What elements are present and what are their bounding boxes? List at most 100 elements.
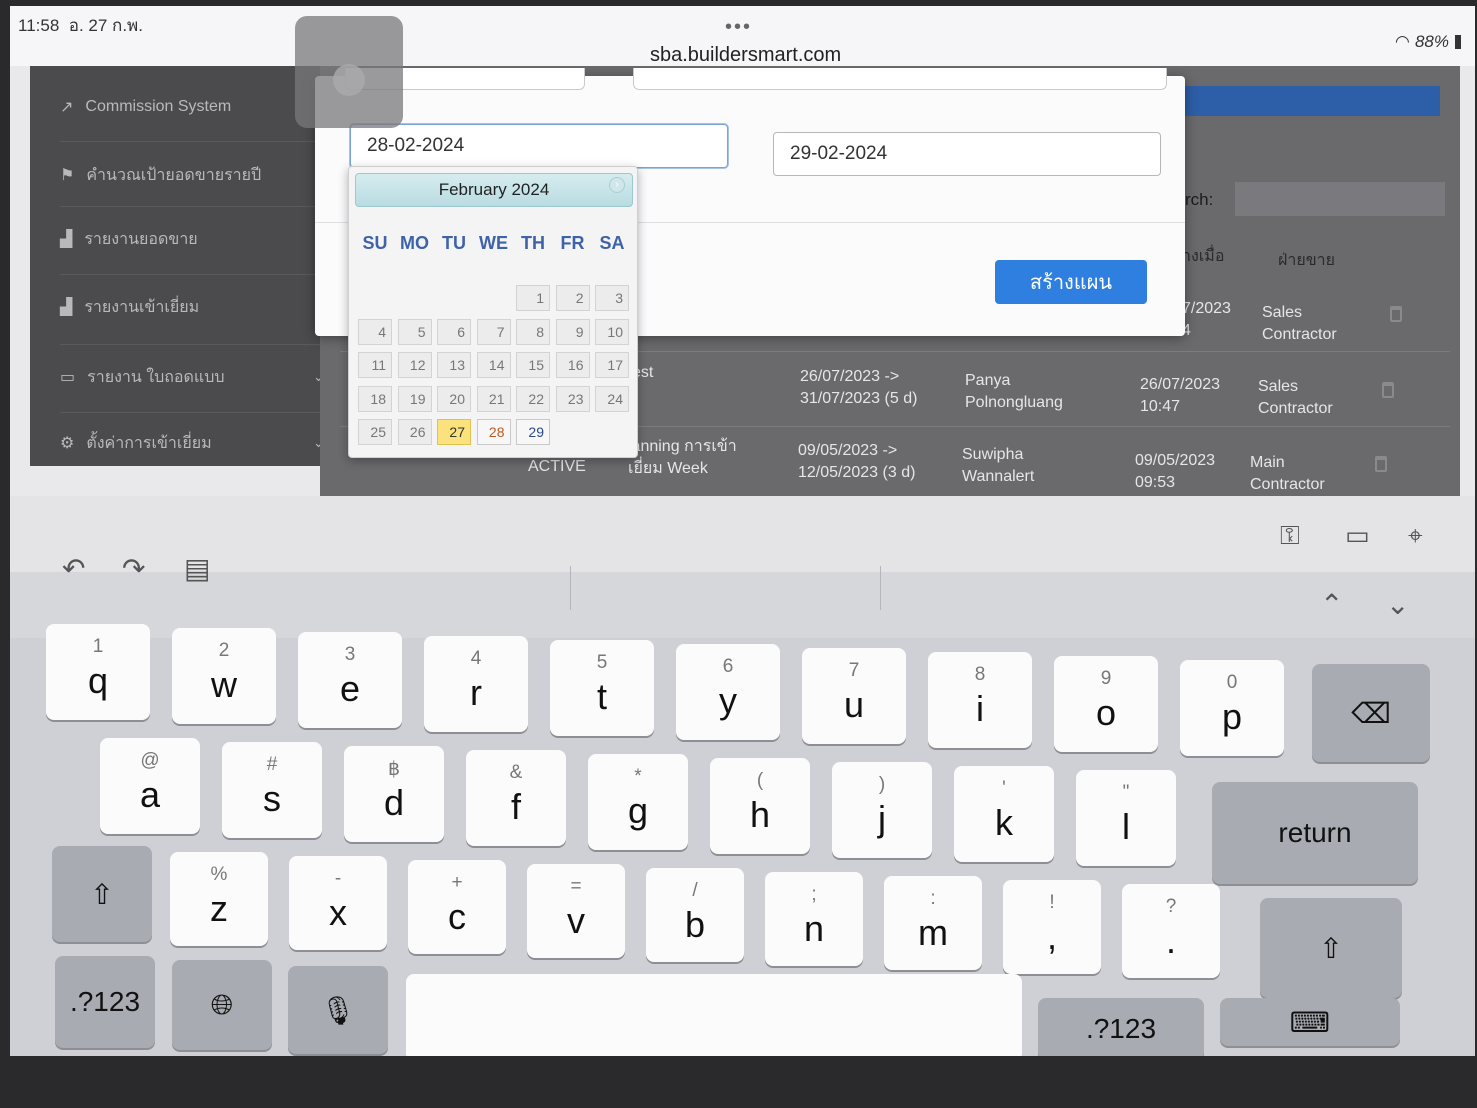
next-month-icon[interactable]: ›: [609, 177, 625, 193]
key-e[interactable]: 3e: [298, 632, 402, 728]
chevron-up-icon[interactable]: ⌃: [1320, 588, 1343, 621]
key-label: p: [1221, 696, 1243, 737]
key-q[interactable]: 1q: [46, 624, 150, 720]
address-bar-url[interactable]: sba.buildersmart.com: [650, 44, 841, 67]
key-y[interactable]: 6y: [676, 644, 780, 740]
key-icon[interactable]: ⚿: [1280, 520, 1300, 552]
key-label: a: [139, 774, 161, 815]
sidebar-item-takeoff-report[interactable]: ▭ รายงาน ใบถอดแบบ ⌄: [60, 362, 324, 392]
key-z[interactable]: % z: [170, 852, 268, 946]
globe-key[interactable]: 🌐︎: [172, 960, 272, 1050]
key-r[interactable]: 4r: [424, 636, 528, 732]
sidebar-item-visit-report[interactable]: ▟ รายงานเข้าเยี่ยม: [60, 292, 320, 322]
return-key[interactable]: return: [1212, 782, 1418, 884]
location-pin-icon[interactable]: ⌖: [1408, 520, 1423, 552]
weekday-label: SU: [362, 233, 388, 253]
end-date-input[interactable]: 29-02-2024: [773, 132, 1161, 176]
numbers-key-right[interactable]: .?123: [1038, 998, 1204, 1056]
search-label: rch:: [1185, 190, 1214, 209]
trash-icon[interactable]: [1382, 382, 1394, 398]
key-c[interactable]: + c: [408, 860, 506, 954]
search-input[interactable]: [1235, 182, 1445, 216]
calendar-day[interactable]: 28: [476, 419, 511, 445]
key-p[interactable]: 0p: [1180, 660, 1284, 756]
key-alt-label: 4: [470, 648, 482, 669]
shift-key-left[interactable]: ⇧: [52, 846, 152, 942]
shift-key-right[interactable]: ⇧: [1260, 898, 1402, 998]
trash-icon[interactable]: [1375, 456, 1387, 472]
key-o[interactable]: 9o: [1054, 656, 1158, 752]
key-n[interactable]: ; n: [765, 872, 863, 966]
column-header-created[interactable]: างเมื่อ: [1182, 244, 1224, 269]
key-b[interactable]: / b: [646, 868, 744, 962]
key-u[interactable]: 7u: [802, 648, 906, 744]
weekday-label: MO: [400, 233, 429, 253]
key-w[interactable]: 2w: [172, 628, 276, 724]
key-label: j: [878, 798, 886, 839]
redo-icon[interactable]: ↷: [122, 552, 145, 585]
key-h[interactable]: (h: [710, 758, 810, 854]
key-label: n: [803, 908, 825, 949]
backspace-icon: ⌫: [1351, 697, 1391, 729]
key-period[interactable]: ?.: [1122, 884, 1220, 978]
sidebar-item-commission[interactable]: ↗ Commission System: [60, 92, 320, 122]
key-l[interactable]: " l: [1076, 770, 1176, 866]
key-j[interactable]: ) j: [832, 762, 932, 858]
key-g[interactable]: * g: [588, 754, 688, 850]
start-date-input[interactable]: 28-02-2024: [350, 124, 728, 168]
table-cell-department: Main Contractor: [1250, 454, 1325, 493]
weekday-label: WE: [479, 233, 508, 253]
key-alt-label: !: [1049, 892, 1055, 913]
create-plan-button[interactable]: สร้างแผน: [995, 260, 1147, 304]
key-d[interactable]: ฿ d: [344, 746, 444, 842]
divider: [570, 566, 571, 610]
table-cell-name: lanning การเข้า เยี่ยม Week: [628, 438, 737, 477]
key-comma[interactable]: !,: [1003, 880, 1101, 974]
key-f[interactable]: & f: [466, 750, 566, 846]
dictation-key[interactable]: 🎙︎: [288, 966, 388, 1054]
space-key[interactable]: [406, 974, 1022, 1056]
calendar-day: 6: [437, 318, 471, 345]
key-label: b: [684, 904, 706, 945]
modal-top-field[interactable]: [633, 68, 1167, 90]
backspace-key[interactable]: ⌫: [1312, 664, 1430, 762]
undo-icon[interactable]: ↶: [62, 552, 85, 585]
key-x[interactable]: -x: [289, 856, 387, 950]
sidebar-item-label: Commission System: [85, 98, 232, 115]
numbers-key-left[interactable]: .?123: [55, 956, 155, 1048]
sidebar-item-visit-settings[interactable]: ⚙ ตั้งค่าการเข้าเยี่ยม ⌄: [60, 428, 324, 458]
key-m[interactable]: :m: [884, 876, 982, 970]
credit-card-icon[interactable]: ▭: [1345, 520, 1370, 551]
hide-keyboard-key[interactable]: ⌨: [1220, 998, 1400, 1046]
key-a[interactable]: @ a: [100, 738, 200, 834]
trash-icon[interactable]: [1390, 306, 1402, 322]
key-label: ,: [1046, 916, 1057, 957]
sidebar-item-sales-report[interactable]: ▟ รายงานยอดขาย: [60, 224, 320, 254]
key-i[interactable]: 8i: [928, 652, 1032, 748]
add-plan-button[interactable]: [1170, 86, 1440, 116]
key-t[interactable]: 5t: [550, 640, 654, 736]
key-v[interactable]: = v: [527, 864, 625, 958]
weekday-label: TU: [442, 233, 466, 253]
key-alt-label: 2: [218, 640, 230, 661]
key-alt-label: -: [334, 868, 342, 889]
chevron-down-icon[interactable]: ⌄: [1386, 588, 1409, 621]
paste-icon[interactable]: ▤: [184, 552, 210, 585]
divider: [880, 566, 881, 610]
key-k[interactable]: ' k: [954, 766, 1054, 862]
key-label: v: [567, 900, 585, 941]
sidebar-item-annual-target[interactable]: ⚑ คำนวณเป้ายอดขายรายปี: [60, 160, 320, 190]
weekday-label: TH: [521, 233, 545, 253]
battery-icon: [1455, 35, 1461, 49]
tab-options-icon[interactable]: •••: [725, 16, 752, 39]
table-cell-department: Sales Contractor: [1258, 378, 1333, 417]
floating-assistive-button[interactable]: [295, 16, 403, 128]
key-alt-label: =: [570, 876, 582, 897]
column-header-department[interactable]: ฝ่ายขาย: [1278, 248, 1335, 273]
calendar-day[interactable]: 29: [516, 419, 550, 445]
sidebar-item-label: รายงาน ใบถอดแบบ: [87, 368, 225, 386]
on-screen-keyboard: ⚿ ▭ ⌖ ↶ ↷ ▤ ⌃ ⌄ 1 q 2 w 3 e 4 r 5 t 6 y 7 u 8 i 9 o 0 p @ a # s…: [10, 496, 1475, 1056]
divider: [60, 412, 320, 413]
key-s[interactable]: # s: [222, 742, 322, 838]
calendar-day: 15: [516, 352, 550, 378]
